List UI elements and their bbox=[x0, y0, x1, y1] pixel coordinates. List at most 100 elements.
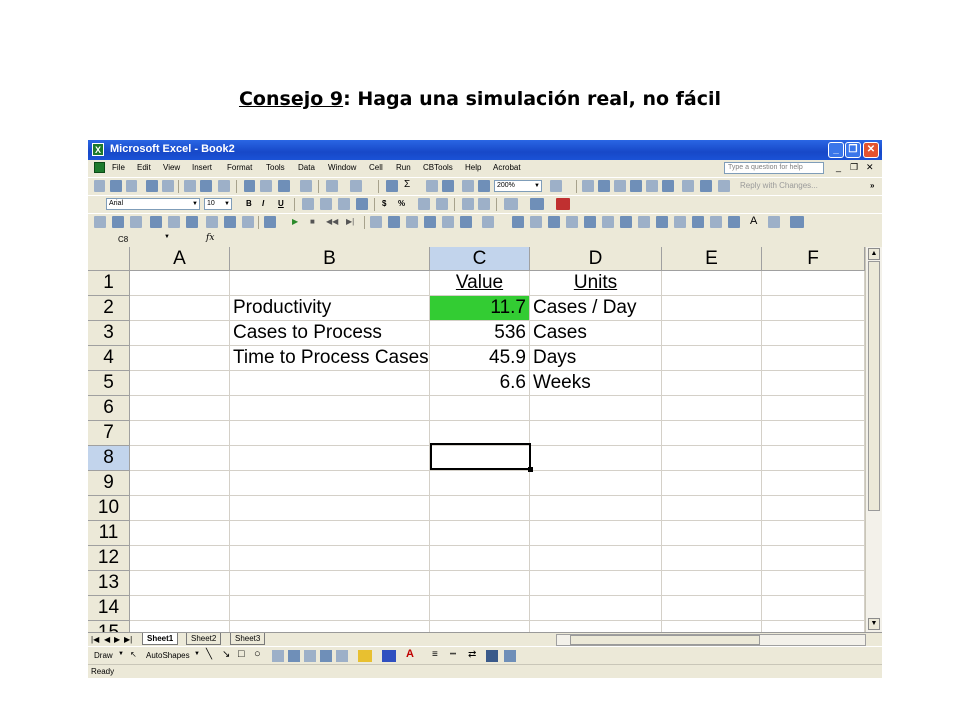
forms-icon-26[interactable] bbox=[656, 216, 668, 228]
row-header-8[interactable]: 8 bbox=[88, 446, 130, 471]
cell-c6[interactable] bbox=[430, 396, 530, 421]
toolbar-icon-a[interactable] bbox=[582, 180, 594, 192]
doc-restore-icon[interactable]: ❐ bbox=[850, 162, 858, 173]
line-style-icon[interactable]: ≡ bbox=[432, 649, 438, 660]
cell-e10[interactable] bbox=[662, 496, 762, 521]
cell-b11[interactable] bbox=[230, 521, 430, 546]
cell-e5[interactable] bbox=[662, 371, 762, 396]
cell-b3[interactable]: Cases to Process bbox=[230, 321, 430, 346]
cell-c3[interactable]: 536 bbox=[430, 321, 530, 346]
forms-icon-24[interactable] bbox=[620, 216, 632, 228]
cell-d6[interactable] bbox=[530, 396, 662, 421]
column-header-b[interactable]: B bbox=[230, 247, 430, 271]
restore-button[interactable]: ❐ bbox=[845, 142, 861, 158]
forms-icon-8[interactable] bbox=[224, 216, 236, 228]
decrease-decimal-icon[interactable] bbox=[436, 198, 448, 210]
rectangle-icon[interactable]: □ bbox=[238, 648, 245, 660]
column-header-a[interactable]: A bbox=[130, 247, 230, 271]
cell-e1[interactable] bbox=[662, 271, 762, 296]
label-control-icon[interactable]: A bbox=[750, 215, 757, 227]
font-color-icon[interactable] bbox=[556, 198, 570, 210]
cell-a12[interactable] bbox=[130, 546, 230, 571]
row-header-11[interactable]: 11 bbox=[88, 521, 130, 546]
function-icon[interactable]: fx bbox=[206, 233, 214, 243]
dash-style-icon[interactable]: ┅ bbox=[450, 649, 456, 660]
cell-c9[interactable] bbox=[430, 471, 530, 496]
toolbar-icon-e[interactable] bbox=[646, 180, 658, 192]
cell-e13[interactable] bbox=[662, 571, 762, 596]
print-icon[interactable] bbox=[184, 180, 196, 192]
italic-button[interactable]: I bbox=[262, 199, 264, 208]
cell-c14[interactable] bbox=[430, 596, 530, 621]
increase-indent-icon[interactable] bbox=[478, 198, 490, 210]
cell-b8[interactable] bbox=[230, 446, 430, 471]
name-box[interactable]: C8 bbox=[90, 234, 174, 246]
forms-icon-18[interactable] bbox=[512, 216, 524, 228]
cell-c1[interactable]: Value bbox=[430, 271, 530, 296]
hscroll-thumb[interactable] bbox=[570, 635, 760, 645]
clipart-icon[interactable] bbox=[320, 650, 332, 662]
borders-icon[interactable] bbox=[504, 198, 518, 210]
forms-icon-12[interactable] bbox=[388, 216, 400, 228]
hyperlink-icon[interactable] bbox=[386, 180, 398, 192]
spelling-icon[interactable] bbox=[218, 180, 230, 192]
row-header-10[interactable]: 10 bbox=[88, 496, 130, 521]
cell-f4[interactable] bbox=[762, 346, 865, 371]
cell-b7[interactable] bbox=[230, 421, 430, 446]
toolbar-icon-d[interactable] bbox=[630, 180, 642, 192]
cell-b12[interactable] bbox=[230, 546, 430, 571]
cell-e14[interactable] bbox=[662, 596, 762, 621]
cell-e15[interactable] bbox=[662, 621, 762, 632]
cell-f9[interactable] bbox=[762, 471, 865, 496]
cell-c11[interactable] bbox=[430, 521, 530, 546]
fill-handle[interactable] bbox=[528, 467, 533, 472]
row-header-1[interactable]: 1 bbox=[88, 271, 130, 296]
forms-icon-29[interactable] bbox=[710, 216, 722, 228]
menu-help[interactable]: Help bbox=[465, 163, 481, 172]
forms-icon-11[interactable] bbox=[370, 216, 382, 228]
vertical-scrollbar[interactable]: ▲ ▼ bbox=[865, 247, 882, 632]
cell-c5[interactable]: 6.6 bbox=[430, 371, 530, 396]
cell-b9[interactable] bbox=[230, 471, 430, 496]
row-header-9[interactable]: 9 bbox=[88, 471, 130, 496]
wordart-icon[interactable] bbox=[288, 650, 300, 662]
cell-d8[interactable] bbox=[530, 446, 662, 471]
cell-c13[interactable] bbox=[430, 571, 530, 596]
toolbar-icon-h[interactable] bbox=[700, 180, 712, 192]
cell-f10[interactable] bbox=[762, 496, 865, 521]
cell-e6[interactable] bbox=[662, 396, 762, 421]
menu-view[interactable]: View bbox=[163, 163, 180, 172]
rewind-icon[interactable]: ◀◀ bbox=[326, 217, 338, 226]
underline-button[interactable]: U bbox=[278, 199, 284, 208]
autoshapes-menu[interactable]: AutoShapes bbox=[146, 651, 190, 660]
row-header-14[interactable]: 14 bbox=[88, 596, 130, 621]
copy-icon[interactable] bbox=[260, 180, 272, 192]
step-icon[interactable]: ▶| bbox=[346, 217, 354, 226]
zoom-select[interactable]: 200% ▼ bbox=[494, 180, 542, 192]
cell-a11[interactable] bbox=[130, 521, 230, 546]
line-icon[interactable]: ╲ bbox=[206, 649, 212, 660]
arrow-icon[interactable]: ↘ bbox=[222, 649, 230, 660]
cell-b10[interactable] bbox=[230, 496, 430, 521]
forms-icon-15[interactable] bbox=[442, 216, 454, 228]
cell-a6[interactable] bbox=[130, 396, 230, 421]
forms-icon-28[interactable] bbox=[692, 216, 704, 228]
cell-f6[interactable] bbox=[762, 396, 865, 421]
cell-f3[interactable] bbox=[762, 321, 865, 346]
menu-cell[interactable]: Cell bbox=[369, 163, 383, 172]
forms-icon-27[interactable] bbox=[674, 216, 686, 228]
scroll-up-icon[interactable]: ▲ bbox=[868, 248, 880, 260]
merge-center-icon[interactable] bbox=[356, 198, 368, 210]
forms-icon-22[interactable] bbox=[584, 216, 596, 228]
shadow-icon[interactable] bbox=[486, 650, 498, 662]
cell-f11[interactable] bbox=[762, 521, 865, 546]
column-header-e[interactable]: E bbox=[662, 247, 762, 271]
forms-icon-4[interactable] bbox=[150, 216, 162, 228]
row-header-3[interactable]: 3 bbox=[88, 321, 130, 346]
scroll-down-icon[interactable]: ▼ bbox=[868, 618, 880, 630]
scroll-thumb[interactable] bbox=[868, 261, 880, 511]
cell-c2[interactable]: 11.7 bbox=[430, 296, 530, 321]
paste-icon[interactable] bbox=[278, 180, 290, 192]
cell-d5[interactable]: Weeks bbox=[530, 371, 662, 396]
menu-insert[interactable]: Insert bbox=[192, 163, 212, 172]
